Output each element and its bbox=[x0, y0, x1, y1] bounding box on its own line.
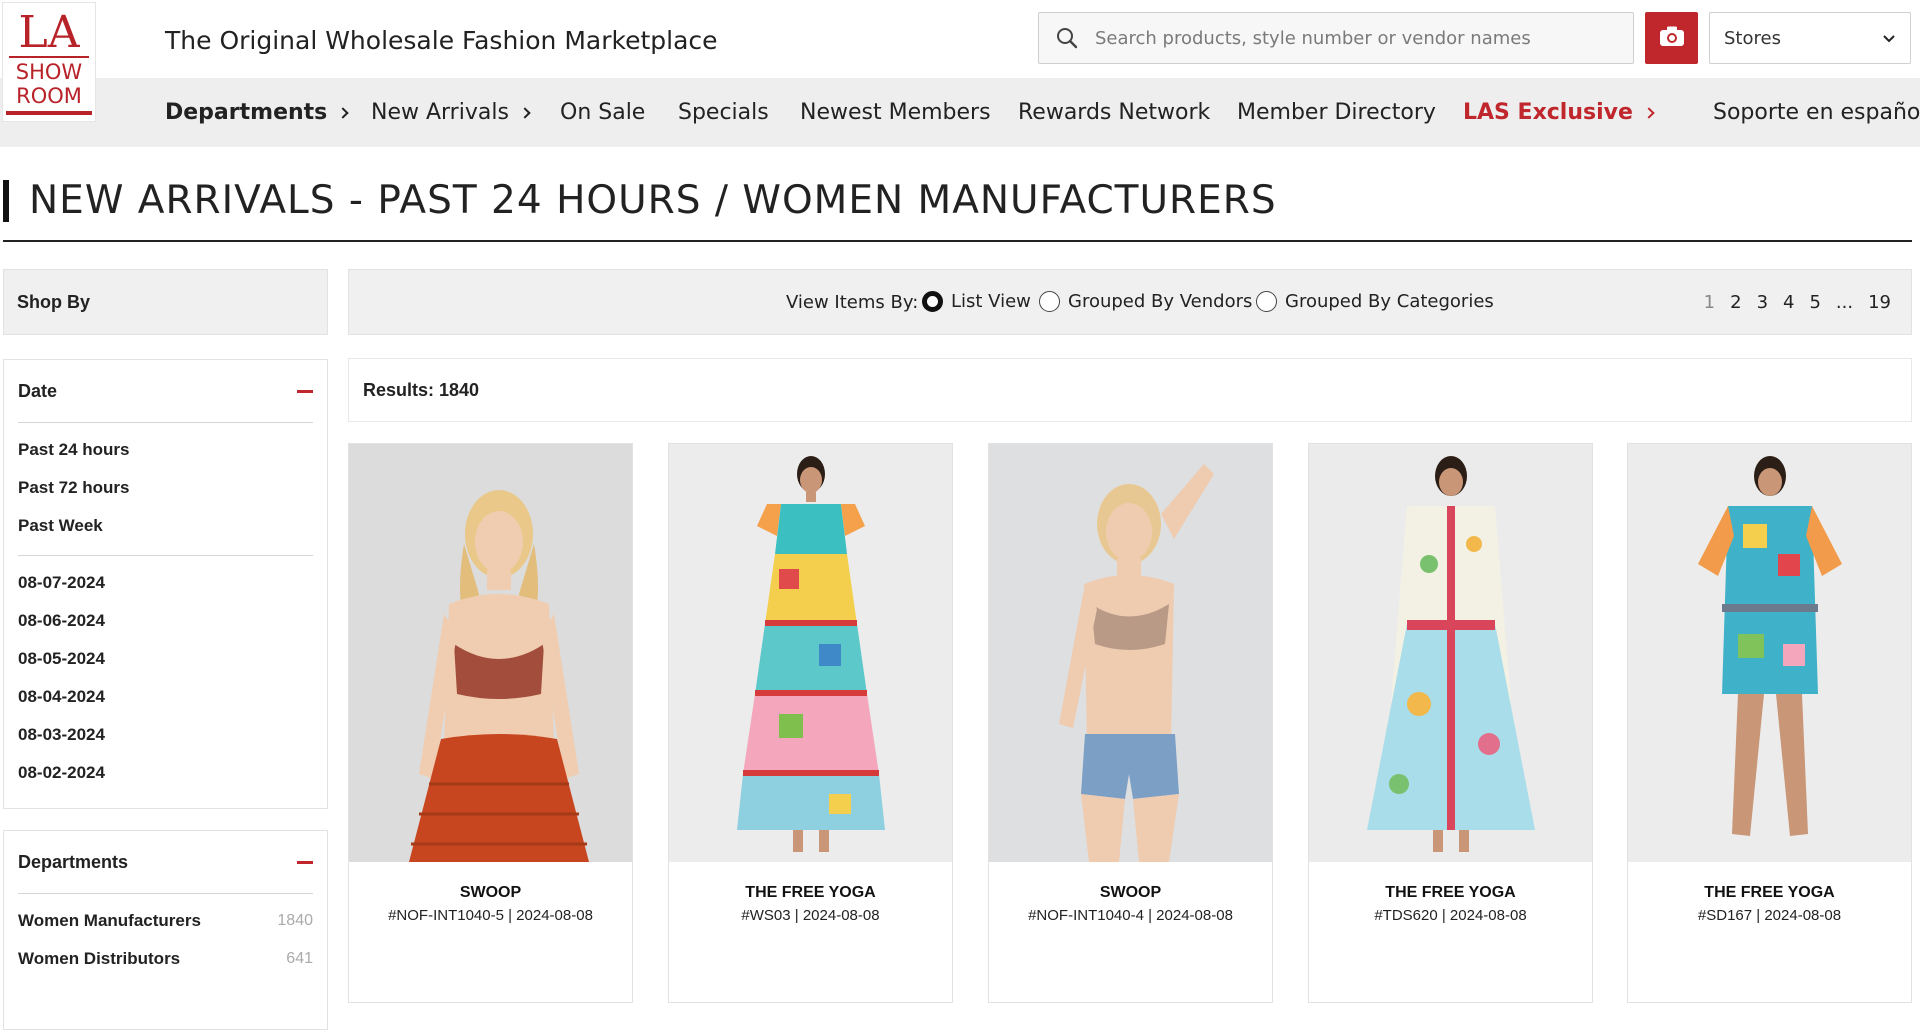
radio-unselected[interactable] bbox=[1256, 291, 1277, 312]
department-women-distributors[interactable]: Women Distributors 641 bbox=[18, 940, 313, 978]
product-vendor[interactable]: THE FREE YOGA bbox=[1309, 884, 1592, 902]
page-ellipsis: ... bbox=[1835, 292, 1854, 313]
product-style-number: #NOF-INT1040-4 | 2024-08-08 bbox=[1028, 907, 1233, 924]
page-link[interactable]: 3 bbox=[1757, 292, 1768, 313]
nav-las-exclusive[interactable]: LAS Exclusive bbox=[1463, 100, 1655, 125]
chevron-right-icon bbox=[519, 106, 531, 119]
product-image[interactable] bbox=[1628, 444, 1911, 862]
image-search-button[interactable] bbox=[1645, 12, 1698, 64]
nav-departments[interactable]: Departments bbox=[165, 100, 349, 125]
page-link[interactable]: 4 bbox=[1783, 292, 1794, 313]
product-vendor[interactable]: THE FREE YOGA bbox=[1628, 884, 1911, 902]
collapse-icon[interactable] bbox=[297, 389, 313, 393]
product-vendor[interactable]: SWOOP bbox=[349, 884, 632, 902]
product-image[interactable] bbox=[349, 444, 632, 862]
date-filter-title: Date bbox=[18, 380, 58, 401]
svg-text:LA: LA bbox=[19, 7, 81, 58]
chevron-right-icon bbox=[1643, 106, 1655, 119]
divider bbox=[18, 555, 313, 556]
camera-icon bbox=[1659, 25, 1685, 52]
page-link-last[interactable]: 19 bbox=[1868, 292, 1891, 313]
stores-label: Stores bbox=[1724, 27, 1781, 49]
date-range-past-72-hours[interactable]: Past 72 hours bbox=[18, 469, 313, 507]
svg-text:SHOW: SHOW bbox=[16, 60, 83, 84]
department-count: 1840 bbox=[277, 912, 313, 929]
svg-text:ROOM: ROOM bbox=[16, 84, 82, 108]
nav-new-arrivals[interactable]: New Arrivals bbox=[371, 100, 531, 125]
page-link[interactable]: 2 bbox=[1730, 292, 1741, 313]
departments-filter-title: Departments bbox=[18, 851, 129, 872]
product-image[interactable] bbox=[1309, 444, 1592, 862]
view-option-grouped-categories[interactable]: Grouped By Categories bbox=[1256, 291, 1494, 312]
search-input[interactable] bbox=[1095, 14, 1633, 62]
product-vendor[interactable]: SWOOP bbox=[989, 884, 1272, 902]
department-count: 641 bbox=[286, 950, 313, 967]
nav-on-sale[interactable]: On Sale bbox=[560, 100, 645, 125]
view-toolbar: View Items By: List View Grouped By Vend… bbox=[348, 269, 1912, 335]
date-filter-header[interactable]: Date bbox=[18, 360, 313, 423]
chevron-right-icon bbox=[337, 106, 349, 119]
nav-spanish-support[interactable]: Soporte en español bbox=[1713, 100, 1920, 125]
nav-newest-members[interactable]: Newest Members bbox=[800, 100, 991, 125]
header: LA SHOW ROOM The Original Wholesale Fash… bbox=[0, 0, 1920, 122]
date-range-past-week[interactable]: Past Week bbox=[18, 507, 313, 545]
main-nav: Departments New Arrivals On Sale Special… bbox=[0, 78, 1920, 147]
product-card[interactable]: THE FREE YOGA #SD167 | 2024-08-08 bbox=[1627, 443, 1912, 1003]
product-style-number: #WS03 | 2024-08-08 bbox=[741, 907, 880, 924]
radio-selected[interactable] bbox=[922, 291, 943, 312]
product-image[interactable] bbox=[989, 444, 1272, 862]
view-option-label: List View bbox=[951, 291, 1031, 312]
site-logo[interactable]: LA SHOW ROOM bbox=[2, 2, 96, 122]
product-card[interactable]: THE FREE YOGA #TDS620 | 2024-08-08 bbox=[1308, 443, 1593, 1003]
stores-dropdown[interactable]: Stores bbox=[1709, 12, 1911, 64]
product-style-number: #SD167 | 2024-08-08 bbox=[1697, 907, 1842, 924]
shop-by-heading: Shop By bbox=[3, 269, 328, 335]
date-filter-panel: Date Past 24 hours Past 72 hours Past We… bbox=[3, 359, 328, 809]
date-day-link[interactable]: 08-03-2024 bbox=[18, 716, 313, 754]
pagination: 1 2 3 4 5 ... 19 bbox=[1689, 292, 1891, 313]
departments-filter-header[interactable]: Departments bbox=[18, 831, 313, 894]
view-option-list[interactable]: List View bbox=[922, 291, 1031, 312]
nav-las-exclusive-label: LAS Exclusive bbox=[1463, 100, 1633, 125]
date-day-link[interactable]: 08-05-2024 bbox=[18, 640, 313, 678]
product-card[interactable]: SWOOP #NOF-INT1040-4 | 2024-08-08 bbox=[988, 443, 1273, 1003]
results-count: Results: 1840 bbox=[348, 358, 1912, 422]
date-day-link[interactable]: 08-07-2024 bbox=[18, 564, 313, 602]
product-card[interactable]: THE FREE YOGA #WS03 | 2024-08-08 bbox=[668, 443, 953, 1003]
date-day-link[interactable]: 08-06-2024 bbox=[18, 602, 313, 640]
date-day-link[interactable]: 08-04-2024 bbox=[18, 678, 313, 716]
nav-departments-label: Departments bbox=[165, 100, 328, 125]
page-title: NEW ARRIVALS - PAST 24 HOURS / WOMEN MAN… bbox=[3, 180, 1277, 222]
department-label: Women Distributors bbox=[18, 949, 181, 968]
chevron-down-icon bbox=[1882, 28, 1896, 49]
nav-member-directory[interactable]: Member Directory bbox=[1237, 100, 1436, 125]
search-box bbox=[1038, 12, 1634, 64]
product-vendor[interactable]: THE FREE YOGA bbox=[669, 884, 952, 902]
departments-filter-panel: Departments Women Manufacturers 1840 Wom… bbox=[3, 830, 328, 1030]
page-link[interactable]: 5 bbox=[1809, 292, 1820, 313]
date-day-link[interactable]: 08-02-2024 bbox=[18, 754, 313, 792]
product-image[interactable] bbox=[669, 444, 952, 862]
department-women-manufacturers[interactable]: Women Manufacturers 1840 bbox=[18, 902, 313, 940]
search-icon[interactable] bbox=[1039, 13, 1095, 63]
title-divider bbox=[3, 240, 1912, 242]
nav-specials[interactable]: Specials bbox=[678, 100, 769, 125]
page-link-current[interactable]: 1 bbox=[1704, 292, 1715, 313]
view-option-label: Grouped By Vendors bbox=[1068, 291, 1253, 312]
product-card[interactable]: SWOOP #NOF-INT1040-5 | 2024-08-08 bbox=[348, 443, 633, 1003]
date-range-past-24-hours[interactable]: Past 24 hours bbox=[18, 431, 313, 469]
product-style-number: #TDS620 | 2024-08-08 bbox=[1374, 907, 1527, 924]
nav-rewards-network[interactable]: Rewards Network bbox=[1018, 100, 1210, 125]
radio-unselected[interactable] bbox=[1039, 291, 1060, 312]
nav-new-arrivals-label: New Arrivals bbox=[371, 100, 509, 125]
view-items-by-label: View Items By: bbox=[786, 292, 919, 313]
product-style-number: #NOF-INT1040-5 | 2024-08-08 bbox=[388, 907, 593, 924]
view-option-grouped-vendors[interactable]: Grouped By Vendors bbox=[1039, 291, 1252, 312]
collapse-icon[interactable] bbox=[297, 860, 313, 864]
department-label: Women Manufacturers bbox=[18, 911, 201, 930]
view-option-label: Grouped By Categories bbox=[1285, 291, 1494, 312]
site-tagline: The Original Wholesale Fashion Marketpla… bbox=[165, 26, 718, 55]
